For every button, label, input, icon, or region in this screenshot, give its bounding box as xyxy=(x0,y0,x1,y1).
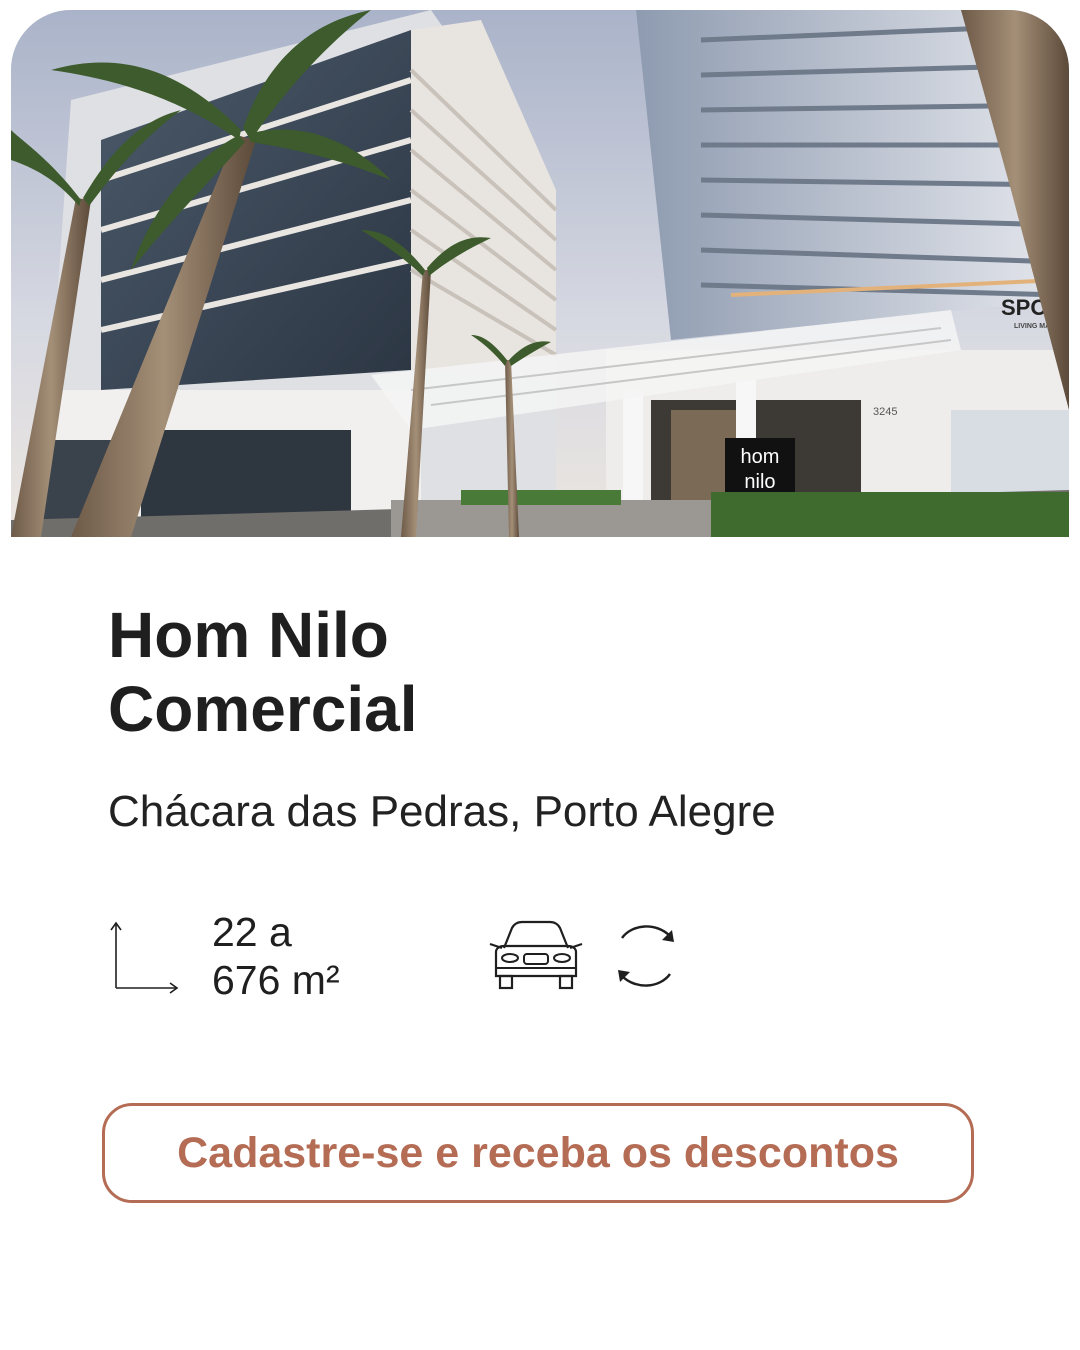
street-number: 3245 xyxy=(873,406,897,418)
property-title-line1: Hom Nilo xyxy=(108,599,389,671)
rotate-arrows-icon xyxy=(614,922,678,995)
area-range-line1: 22 a xyxy=(212,909,292,955)
building-sign-line2: nilo xyxy=(744,471,775,493)
property-specs: 22 a 676 m² xyxy=(108,906,808,1016)
area-range: 22 a 676 m² xyxy=(212,908,340,1004)
car-icon xyxy=(488,918,584,999)
property-title: Hom Nilo Comercial xyxy=(108,598,928,746)
property-card: hom nilo SPOT LIVING MALL 3245 Hom Nilo … xyxy=(0,0,1080,1350)
area-range-line2: 676 m² xyxy=(212,957,340,1003)
register-for-discounts-button[interactable]: Cadastre-se e receba os descontos xyxy=(102,1103,974,1203)
building-sign-line1: hom xyxy=(741,446,780,468)
property-photo: hom nilo SPOT LIVING MALL 3245 xyxy=(11,10,1069,537)
area-dimension-icon xyxy=(108,918,182,999)
property-title-line2: Comercial xyxy=(108,673,418,745)
property-location: Chácara das Pedras, Porto Alegre xyxy=(108,787,776,836)
